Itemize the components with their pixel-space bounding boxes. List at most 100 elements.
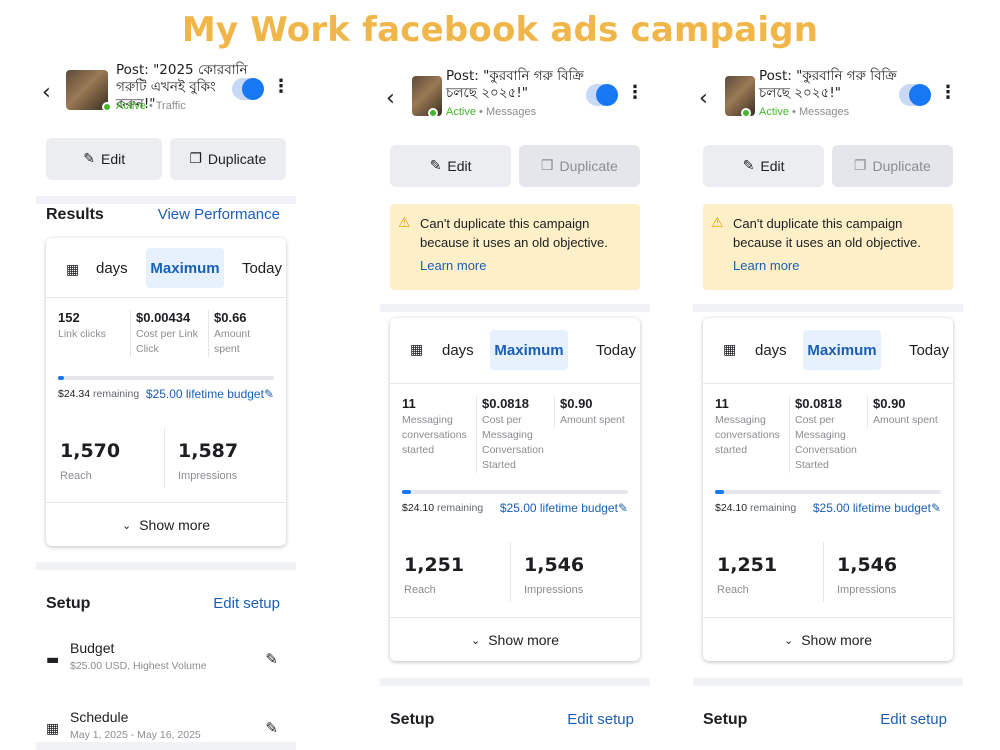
objective-label: Traffic	[155, 100, 186, 112]
remaining-budget: $24.10 remaining	[402, 502, 483, 514]
edit-button[interactable]: ✎ Edit	[703, 145, 825, 187]
pencil-icon: ✎	[617, 501, 628, 515]
edit-button-label: Edit	[101, 151, 126, 167]
duplicate-button-label: Duplicate	[872, 158, 931, 174]
campaign-panel-messages-copy: ‹ Post: "কুরবানি গরু বিক্রি চলছে ২০২৫!" …	[693, 0, 963, 750]
status-label: Active	[446, 106, 476, 118]
range-maximum[interactable]: Maximum	[146, 248, 224, 288]
setup-title: Setup	[703, 711, 748, 728]
more-options-icon[interactable]: ⋮	[939, 82, 957, 103]
duplicate-button[interactable]: ❐ Duplicate	[169, 138, 286, 180]
range-today[interactable]: Today	[909, 342, 949, 359]
schedule-detail: May 1, 2025 - May 16, 2025	[70, 729, 201, 741]
meta-separator: •	[792, 106, 799, 118]
back-arrow-icon[interactable]: ‹	[42, 80, 51, 105]
metric-label: Cost per Link Click	[136, 328, 198, 355]
setup-header: Setup Edit setup	[46, 595, 280, 619]
edit-button[interactable]: ✎ Edit	[46, 138, 163, 180]
duplicate-button[interactable]: ❐ Duplicate	[518, 145, 640, 187]
reach-value: 1,570	[60, 440, 121, 462]
reach-stat: 1,570 Reach	[60, 440, 120, 482]
meta-separator: •	[149, 100, 156, 112]
duplicate-button[interactable]: ❐ Duplicate	[831, 145, 953, 187]
campaign-panel-messages: ‹ Post: "কুরবানি গরু বিক্রি চলছে ২০২৫!" …	[380, 0, 650, 750]
edit-setup-link[interactable]: Edit setup	[567, 711, 634, 728]
edit-setup-link[interactable]: Edit setup	[880, 711, 947, 728]
back-arrow-icon[interactable]: ‹	[386, 86, 395, 111]
objective-label: Messages	[798, 106, 850, 118]
metric-link-clicks: 152 Link clicks	[58, 310, 128, 342]
setup-header: Setup Edit setup	[390, 711, 634, 735]
lifetime-budget-label: $25.00 lifetime budget	[812, 501, 931, 515]
duplicate-icon: ❐	[853, 158, 867, 174]
remaining-label: remaining	[750, 502, 797, 514]
status-label: Active	[759, 106, 789, 118]
campaign-toggle[interactable]	[232, 78, 264, 100]
metric-value: $0.90	[560, 396, 593, 411]
budget-progress-fill	[58, 376, 65, 380]
reach-value: 1,251	[404, 554, 465, 576]
range-maximum[interactable]: Maximum	[803, 330, 881, 370]
action-buttons: ✎ Edit ❐ Duplicate	[390, 145, 640, 187]
campaign-panel-traffic: ‹ Post: "2025 কোরবানি গরুটি এখনই বুকিং ক…	[36, 0, 296, 750]
budget-progress-bar	[58, 376, 274, 380]
show-more-button[interactable]: ⌄ Show more	[46, 503, 286, 546]
lifetime-budget-link[interactable]: $25.00 lifetime budget✎	[500, 501, 628, 515]
metric-messaging-conversations: 11 Messaging conversations started	[402, 396, 474, 458]
more-options-icon[interactable]: ⋮	[272, 76, 290, 97]
reach-stat: 1,251 Reach	[404, 554, 464, 596]
impressions-value: 1,587	[178, 440, 239, 462]
remaining-budget: $24.34 remaining	[58, 388, 139, 400]
edit-button[interactable]: ✎ Edit	[390, 145, 512, 187]
metric-value: $0.66	[214, 310, 247, 325]
toggle-knob	[596, 84, 618, 106]
range-days[interactable]: days	[96, 260, 128, 277]
reach-impressions: 1,251 Reach 1,546 Impressions	[390, 542, 640, 618]
section-divider	[693, 304, 963, 312]
impressions-label: Impressions	[837, 584, 897, 596]
pencil-icon: ✎	[263, 387, 274, 401]
back-arrow-icon[interactable]: ‹	[699, 86, 708, 111]
date-range-selector: ▦ days Maximum Today	[390, 318, 640, 384]
section-divider	[36, 742, 296, 750]
reach-label: Reach	[717, 584, 749, 596]
budget-setting[interactable]: ▬ Budget $25.00 USD, Highest Volume ✎	[46, 640, 286, 686]
post-title: Post: "কুরবানি গরু বিক্রি চলছে ২০২৫!"	[446, 68, 584, 101]
range-today[interactable]: Today	[596, 342, 636, 359]
impressions-stat: 1,546 Impressions	[837, 554, 897, 596]
results-card: ▦ days Maximum Today 11 Messaging conver…	[390, 318, 640, 661]
toggle-knob	[242, 78, 264, 100]
impressions-label: Impressions	[524, 584, 584, 596]
show-more-button[interactable]: ⌄ Show more	[390, 618, 640, 661]
reach-stat: 1,251 Reach	[717, 554, 777, 596]
post-meta: Active • Messages	[759, 106, 849, 118]
edit-setup-link[interactable]: Edit setup	[213, 595, 280, 612]
pencil-icon[interactable]: ✎	[265, 719, 278, 737]
view-performance-link[interactable]: View Performance	[158, 206, 280, 223]
active-status-dot	[102, 102, 112, 112]
budget-label: Budget	[70, 640, 115, 656]
range-today[interactable]: Today	[242, 260, 282, 277]
range-days[interactable]: days	[442, 342, 474, 359]
results-header: Results View Performance	[46, 206, 280, 230]
learn-more-link[interactable]: Learn more	[733, 256, 943, 275]
more-options-icon[interactable]: ⋮	[626, 82, 644, 103]
toggle-knob	[909, 84, 931, 106]
edit-button-label: Edit	[760, 158, 785, 174]
section-divider	[380, 304, 650, 312]
metric-cost-per-click: $0.00434 Cost per Link Click	[130, 310, 208, 357]
warning-icon: ⚠	[711, 215, 724, 231]
metric-label: Cost per Messaging Conversation Started	[795, 414, 857, 471]
lifetime-budget-link[interactable]: $25.00 lifetime budget✎	[146, 387, 274, 401]
results-card: ▦ days Maximum Today 11 Messaging conver…	[703, 318, 953, 661]
range-days[interactable]: days	[755, 342, 787, 359]
pencil-icon[interactable]: ✎	[265, 650, 278, 668]
show-more-button[interactable]: ⌄ Show more	[703, 618, 953, 661]
learn-more-link[interactable]: Learn more	[420, 256, 630, 275]
campaign-toggle[interactable]	[899, 84, 931, 106]
campaign-toggle[interactable]	[586, 84, 618, 106]
lifetime-budget-link[interactable]: $25.00 lifetime budget✎	[813, 501, 941, 515]
action-buttons: ✎ Edit ❐ Duplicate	[46, 138, 286, 180]
metric-value: $0.0818	[482, 396, 529, 411]
range-maximum[interactable]: Maximum	[490, 330, 568, 370]
